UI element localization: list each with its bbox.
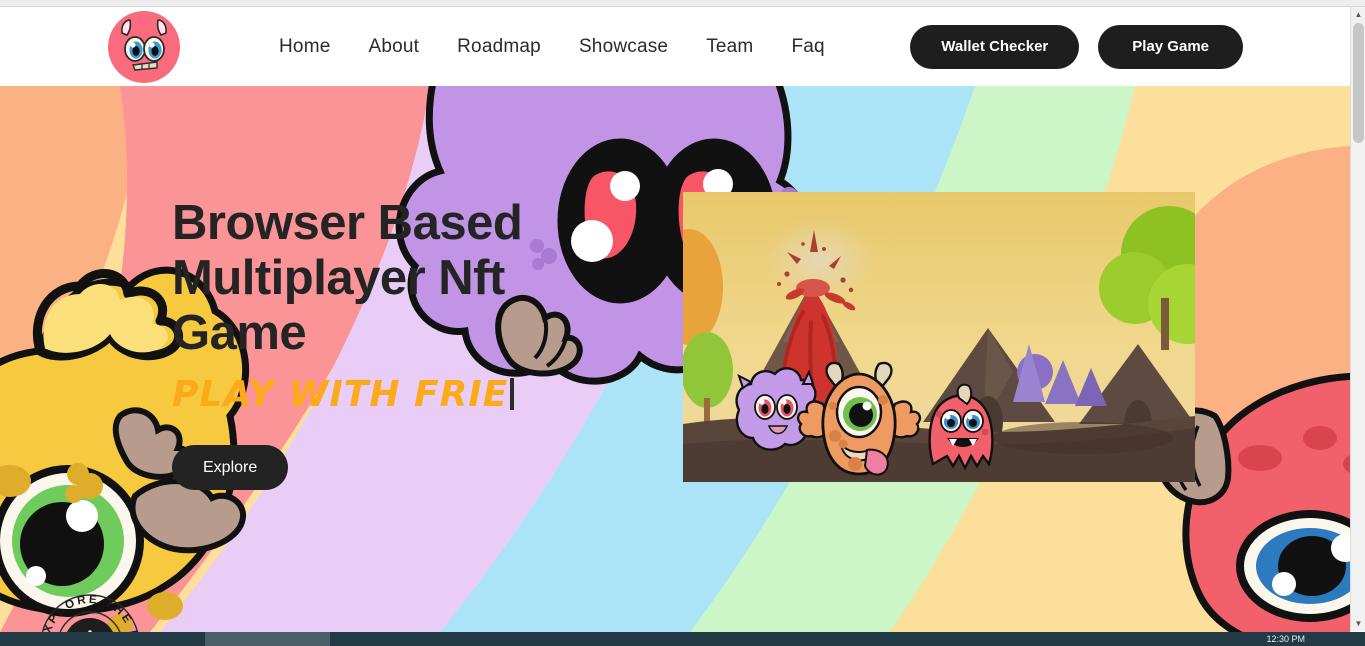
site-header: Home About Roadmap Showcase Team Faq Wal… (0, 7, 1350, 86)
hero-typewriter-text: PLAY WITH FRIE (172, 374, 509, 415)
taskbar-window-item[interactable] (205, 632, 330, 646)
page-scrollbar[interactable]: ▲ ▼ (1350, 7, 1365, 631)
scroll-down-badge[interactable]: EXPLORE THE NEW ERA OF NFT (36, 590, 144, 632)
play-game-button[interactable]: Play Game (1098, 24, 1243, 69)
nav-link-team[interactable]: Team (706, 36, 753, 58)
hero-title: Browser Based Multiplayer Nft Game (172, 196, 523, 360)
nav-link-faq[interactable]: Faq (791, 36, 824, 58)
game-scene-illustration (683, 192, 1195, 482)
game-preview-image[interactable] (683, 192, 1195, 482)
os-taskbar: 12:30 PM (0, 632, 1365, 646)
header-actions: Wallet Checker Play Game (910, 24, 1243, 69)
hero-section: Browser Based Multiplayer Nft Game PLAY … (0, 86, 1350, 632)
nav-link-about[interactable]: About (368, 36, 419, 58)
scrollbar-up-arrow-icon[interactable]: ▲ (1351, 7, 1365, 22)
browser-chrome-strip (0, 0, 1365, 7)
nav-link-roadmap[interactable]: Roadmap (457, 36, 541, 58)
hero-typewriter-line: PLAY WITH FRIE (172, 375, 592, 415)
nav-link-showcase[interactable]: Showcase (579, 36, 668, 58)
pink-devil-monster-logo-icon (108, 10, 180, 83)
scrollbar-down-arrow-icon[interactable]: ▼ (1351, 616, 1365, 631)
typewriter-caret (510, 378, 515, 410)
browser-viewport: Home About Roadmap Showcase Team Faq Wal… (0, 0, 1365, 646)
hero-copy: Browser Based Multiplayer Nft Game PLAY … (172, 196, 592, 490)
game-purple-monster (735, 367, 819, 451)
taskbar-clock: 12:30 PM (1266, 634, 1305, 644)
explore-button[interactable]: Explore (172, 445, 289, 490)
site-logo[interactable] (107, 10, 181, 84)
scroll-badge-ring: EXPLORE THE NEW ERA OF NFT (40, 594, 139, 632)
wallet-checker-button[interactable]: Wallet Checker (910, 24, 1080, 69)
scrollbar-thumb[interactable] (1353, 23, 1364, 143)
main-navigation: Home About Roadmap Showcase Team Faq (279, 36, 825, 58)
nav-link-home[interactable]: Home (279, 36, 330, 58)
